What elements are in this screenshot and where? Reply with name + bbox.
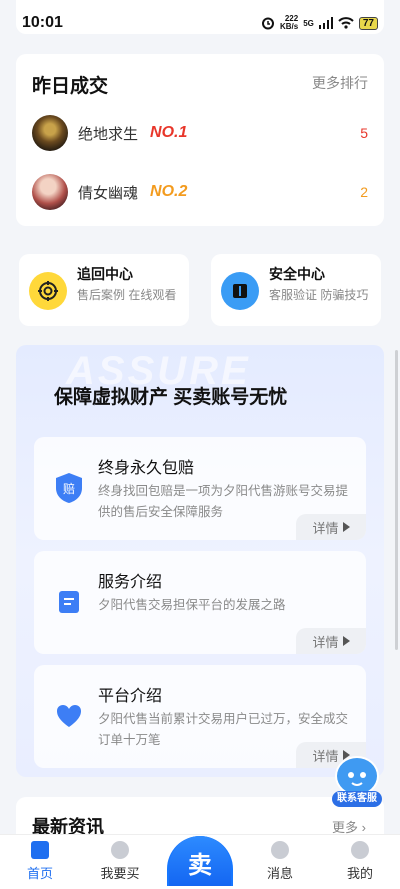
recovery-center-card[interactable]: 追回中心 售后案例 在线观看 (19, 254, 189, 326)
net-speed: 222 KB/s (279, 14, 299, 31)
security-center-card[interactable]: 安全中心 客服验证 防骗技巧 (211, 254, 381, 326)
card-title: 追回中心 (77, 266, 133, 282)
rank-label: NO.1 (150, 124, 188, 141)
game-avatar (32, 174, 68, 210)
book-icon (221, 272, 259, 310)
game-avatar (32, 115, 68, 151)
scrollbar[interactable] (395, 350, 398, 650)
sell-label: 卖 (169, 836, 231, 886)
shield-badge-text: 赔 (63, 481, 75, 496)
assurance-title: 保障虚拟财产 买卖账号无忧 (54, 387, 288, 408)
detail-button[interactable]: 详情 (296, 514, 366, 540)
feature-card-lifetime-compensation[interactable]: 赔 终身永久包赔 终身找回包赔是一项为夕阳代售游账号交易提供的售后安全保障服务 … (34, 437, 366, 540)
play-arrow-icon (342, 522, 350, 532)
feature-desc: 夕阳代售交易担保平台的发展之路 (98, 598, 286, 612)
rank-label: NO.2 (150, 183, 188, 200)
customer-service-button[interactable]: 联系客服 (332, 756, 382, 808)
shield-icon: 赔 (52, 471, 86, 505)
user-icon (351, 841, 369, 859)
yesterday-deals-card: 昨日成交 更多排行 绝地求生 NO.1 5 倩女幽魂 NO.2 2 (16, 54, 384, 226)
section-title: 昨日成交 (32, 76, 109, 97)
tab-home[interactable]: 首页 (5, 841, 75, 882)
more-ranking-link[interactable]: 更多排行 (312, 73, 368, 93)
feature-title: 平台介绍 (98, 688, 163, 705)
feature-title: 终身永久包赔 (98, 460, 195, 477)
target-icon (29, 272, 67, 310)
card-desc: 客服验证 防骗技巧 (269, 288, 369, 302)
chevron-right-icon: › (361, 820, 366, 835)
assurance-section: ASSURE 保障虚拟财产 买卖账号无忧 赔 终身永久包赔 终身找回包赔是一项为… (16, 345, 384, 777)
cart-icon (111, 841, 129, 859)
tab-buy[interactable]: 我要买 (85, 841, 155, 882)
tab-messages[interactable]: 消息 (245, 841, 315, 882)
game-name: 倩女幽魂 (78, 184, 139, 202)
tab-mine[interactable]: 我的 (325, 841, 395, 882)
deal-count: 5 (360, 125, 368, 141)
feature-card-platform-intro[interactable]: 平台介绍 夕阳代售当前累计交易用户已过万，安全成交订单十万笔 详情 (34, 665, 366, 768)
home-icon (31, 841, 49, 859)
service-label: 联系客服 (332, 791, 382, 807)
feature-card-service-intro[interactable]: 服务介绍 夕阳代售交易担保平台的发展之路 详情 (34, 551, 366, 654)
battery-indicator: 77 (358, 16, 378, 30)
status-bar: 10:01 222 KB/s 5G 77 (0, 0, 400, 46)
mascot-icon (335, 756, 379, 796)
status-time: 10:01 (22, 14, 63, 31)
network-type: 5G (303, 18, 314, 28)
deal-count: 2 (360, 184, 368, 200)
heart-icon (52, 699, 86, 733)
game-name: 绝地求生 (78, 125, 139, 143)
deal-row[interactable]: 倩女幽魂 NO.2 2 (32, 172, 368, 212)
signal-icon (318, 17, 333, 29)
document-icon (52, 585, 86, 619)
alarm-icon (261, 17, 274, 30)
detail-button[interactable]: 详情 (296, 628, 366, 654)
play-arrow-icon (342, 636, 350, 646)
card-title: 安全中心 (269, 266, 325, 282)
status-icons: 222 KB/s 5G 77 (261, 15, 378, 31)
wifi-icon (338, 17, 354, 29)
deal-row[interactable]: 绝地求生 NO.1 5 (32, 113, 368, 153)
card-desc: 售后案例 在线观看 (77, 288, 177, 302)
message-icon (271, 841, 289, 859)
feature-title: 服务介绍 (98, 574, 163, 591)
